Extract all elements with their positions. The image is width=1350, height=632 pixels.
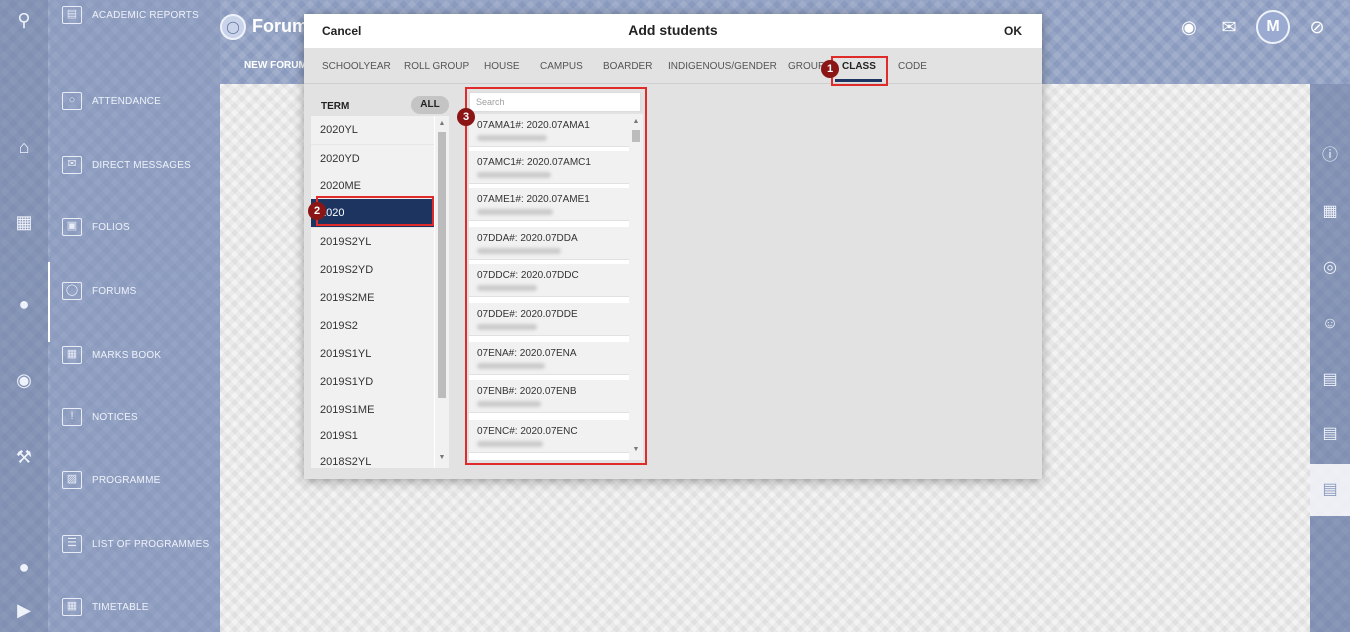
list-item-term[interactable]: 2019S1ME — [311, 396, 434, 425]
tab-campus[interactable]: CAMPUS — [540, 61, 583, 72]
reports-icon: ▤ — [62, 6, 82, 24]
nav-item-label: PROGRAMME — [92, 474, 161, 486]
all-terms-button[interactable]: ALL — [411, 96, 449, 114]
annotation-box-class-tab — [831, 56, 888, 86]
disabled-icon[interactable]: ⊘ — [1304, 14, 1330, 40]
nav-item-notices[interactable]: ! NOTICES — [62, 402, 138, 432]
notice-icon: ! — [62, 408, 82, 426]
annotation-badge-2: 2 — [308, 202, 326, 220]
right-icon-rail: ⓘ ▦ ◎ ☺ ▤ ▤ ▤ — [1310, 84, 1350, 632]
wrench-icon[interactable]: ⚒ — [12, 445, 36, 469]
modal-title: Add students — [628, 22, 718, 38]
ok-button[interactable]: OK — [1004, 24, 1022, 38]
document-icon[interactable]: ▤ — [1318, 422, 1342, 446]
tab-house[interactable]: HOUSE — [484, 61, 520, 72]
user-settings-icon[interactable]: ☺ — [1318, 312, 1342, 336]
info-icon[interactable]: ⓘ — [1318, 144, 1342, 168]
list-item-term[interactable]: 2019S1YD — [311, 368, 434, 397]
search-icon[interactable]: ⚲ — [12, 8, 36, 32]
list-item-term[interactable]: 2019S1YL — [311, 340, 434, 369]
marksbook-icon: ▦ — [62, 346, 82, 364]
list-item-term[interactable]: 2020YL — [311, 116, 434, 145]
scroll-down-icon[interactable]: ▼ — [435, 454, 449, 461]
add-students-modal: Add students Cancel OK SCHOOLYEAR ROLL G… — [304, 14, 1042, 479]
exit-icon[interactable]: ▶ — [12, 598, 36, 622]
annotation-box-term — [316, 196, 434, 226]
user-icon[interactable]: ● — [12, 292, 36, 316]
message-icon: ✉ — [62, 156, 82, 174]
term-list: 2020YL 2020YD 2020ME 2020 2019S2YL 2019S… — [311, 116, 449, 468]
scroll-up-icon[interactable]: ▲ — [435, 120, 449, 127]
report-icon[interactable]: ▤ — [1318, 478, 1342, 502]
list-item-term[interactable]: 2019S2 — [311, 312, 434, 341]
sheet-icon[interactable]: ▤ — [1318, 368, 1342, 392]
forum-logo-icon: ◯ — [220, 14, 246, 40]
folder-icon: ▣ — [62, 218, 82, 236]
annotation-badge-1: 1 — [821, 60, 839, 78]
list-item-term[interactable]: 2019S2YD — [311, 256, 434, 285]
attendance-icon: ○ — [62, 92, 82, 110]
list-item-term[interactable]: 2019S1 — [311, 422, 434, 451]
module-nav: ▤ ACADEMIC REPORTS ○ ATTENDANCE ✉ DIRECT… — [50, 0, 220, 632]
modal-header: Add students Cancel OK — [304, 14, 1042, 48]
nav-item-label: DIRECT MESSAGES — [92, 159, 191, 171]
term-scrollbar[interactable]: ▲ ▼ — [435, 116, 449, 468]
programme-icon: ▨ — [62, 471, 82, 489]
nav-item-label: MARKS BOOK — [92, 349, 162, 361]
nav-item-attendance[interactable]: ○ ATTENDANCE — [62, 86, 161, 116]
tab-code[interactable]: CODE — [898, 61, 927, 72]
nav-item-folios[interactable]: ▣ FOLIOS — [62, 212, 130, 242]
list-item-term[interactable]: 2018S2YL — [311, 448, 434, 468]
nav-item-forums[interactable]: ◯ FORUMS — [62, 276, 137, 306]
filter-tabs: SCHOOLYEAR ROLL GROUP HOUSE CAMPUS BOARD… — [304, 48, 1042, 84]
list-item-term[interactable]: 2020YD — [311, 145, 434, 174]
add-document-icon[interactable]: ▦ — [1318, 200, 1342, 224]
globe-icon[interactable]: ◉ — [12, 368, 36, 392]
list-icon: ☰ — [62, 535, 82, 553]
term-column-title: TERM — [321, 101, 350, 112]
nav-item-label: FORUMS — [92, 285, 137, 297]
annotation-box-class-list — [465, 87, 647, 465]
avatar[interactable]: M — [1256, 10, 1290, 44]
classroom-icon[interactable]: ▦ — [12, 210, 36, 234]
nav-item-timetable[interactable]: ▦ TIMETABLE — [62, 592, 149, 622]
nav-item-label: TIMETABLE — [92, 601, 149, 613]
globe-icon[interactable]: ◉ — [1176, 14, 1202, 40]
mail-icon[interactable]: ✉ — [1216, 14, 1242, 40]
forum-icon: ◯ — [62, 282, 82, 300]
home-icon[interactable]: ⌂ — [12, 135, 36, 159]
nav-item-academic-reports[interactable]: ▤ ACADEMIC REPORTS — [62, 0, 199, 30]
nav-item-label: LIST OF PROGRAMMES — [92, 538, 210, 550]
list-item-term[interactable]: 2019S2YL — [311, 228, 434, 257]
nav-item-label: ATTENDANCE — [92, 95, 162, 107]
cancel-button[interactable]: Cancel — [322, 24, 361, 38]
nav-item-list-of-programmes[interactable]: ☰ LIST OF PROGRAMMES — [62, 529, 209, 559]
timetable-icon: ▦ — [62, 598, 82, 616]
nav-item-marks-book[interactable]: ▦ MARKS BOOK — [62, 340, 161, 370]
nav-item-programme[interactable]: ▨ PROGRAMME — [62, 465, 160, 495]
nav-item-label: FOLIOS — [92, 221, 130, 233]
tab-roll-group[interactable]: ROLL GROUP — [404, 61, 469, 72]
nav-item-label: ACADEMIC REPORTS — [92, 9, 199, 21]
tab-schoolyear[interactable]: SCHOOLYEAR — [322, 61, 391, 72]
tab-boarder[interactable]: BOARDER — [603, 61, 652, 72]
nav-item-direct-messages[interactable]: ✉ DIRECT MESSAGES — [62, 150, 191, 180]
left-icon-rail: ⚲ ⌂ ▦ ● ◉ ⚒ ● ▶ — [0, 0, 48, 632]
tab-indigenous-gender[interactable]: INDIGENOUS/GENDER — [668, 61, 777, 72]
help-icon[interactable]: ● — [12, 555, 36, 579]
target-icon[interactable]: ◎ — [1318, 256, 1342, 280]
list-item-term[interactable]: 2019S2ME — [311, 284, 434, 313]
tab-group[interactable]: GROUP — [788, 61, 825, 72]
nav-item-label: NOTICES — [92, 411, 138, 423]
annotation-badge-3: 3 — [457, 108, 475, 126]
term-scroll-thumb[interactable] — [438, 132, 446, 398]
top-right-icons: ◉ ✉ M ⊘ — [1176, 10, 1330, 44]
term-header: TERM ALL — [311, 94, 451, 118]
